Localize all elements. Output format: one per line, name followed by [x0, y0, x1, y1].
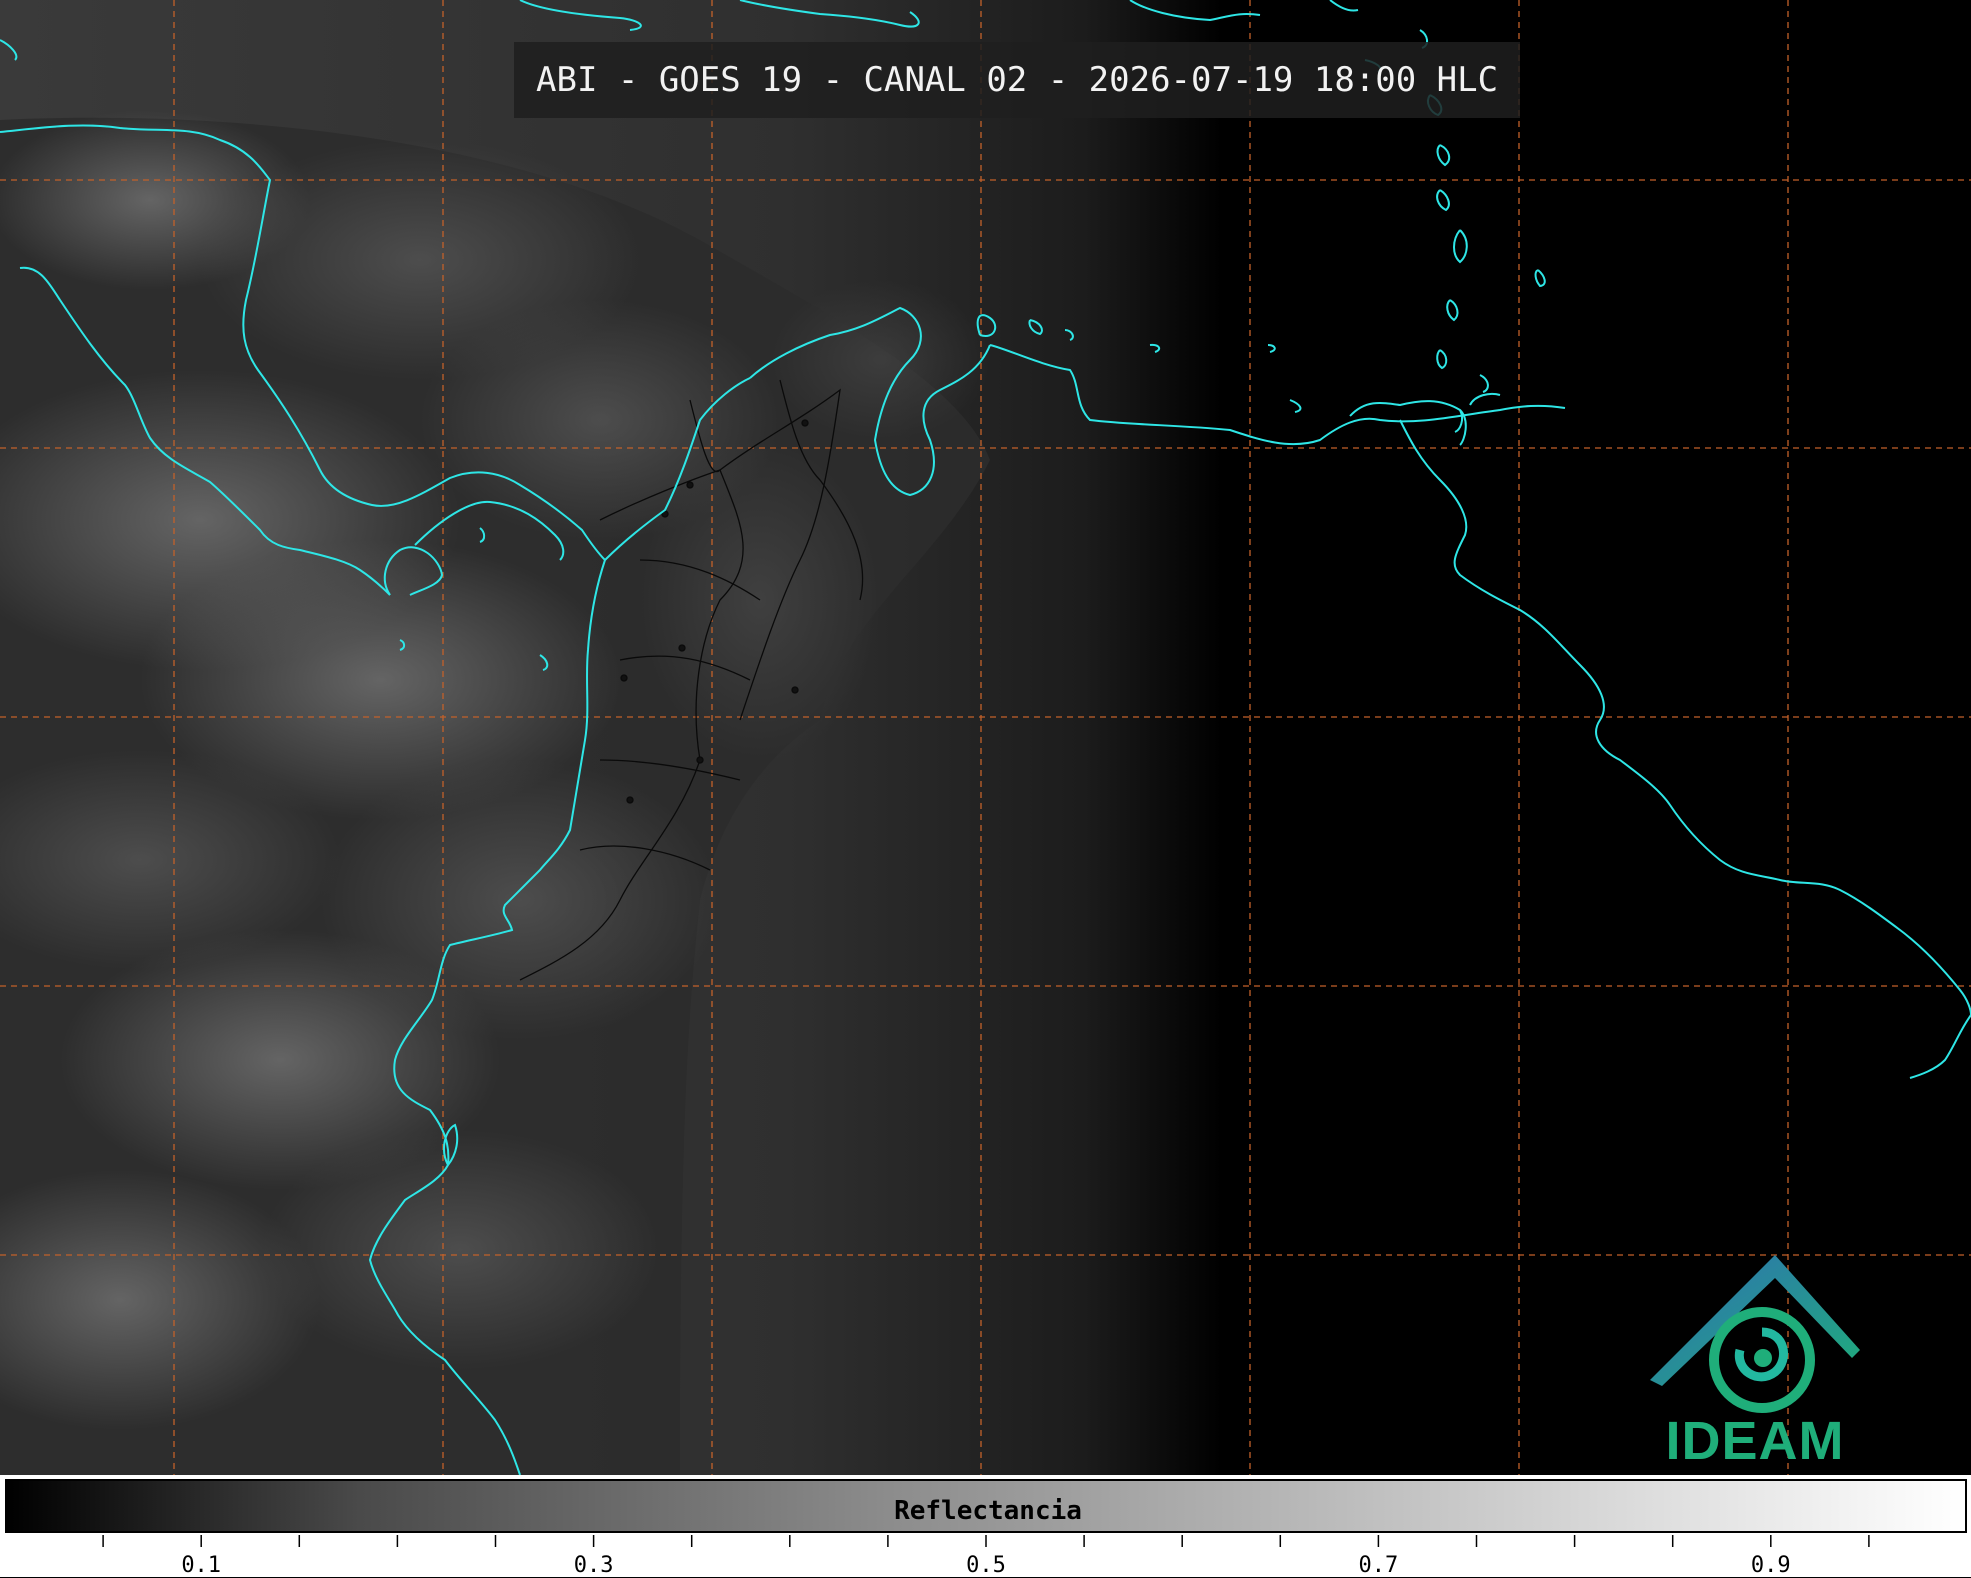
colorbar-panel: Reflectancia 0.1 0.3 0.5 0.7 0.9 — [0, 1475, 1971, 1578]
colorbar-tick-label: 0.7 — [1358, 1553, 1399, 1578]
colorbar-label: Reflectancia — [894, 1496, 1082, 1526]
map-title: ABI - GOES 19 - CANAL 02 - 2026-07-19 18… — [514, 42, 1521, 118]
colorbar-tick-label: 0.9 — [1750, 1553, 1791, 1578]
reflectance-colorbar: Reflectancia — [5, 1479, 1967, 1533]
ideam-emblem-icon — [1650, 1255, 1860, 1413]
colorbar-tick-label: 0.3 — [573, 1553, 614, 1578]
ideam-logo-text: IDEAM — [1665, 1411, 1845, 1471]
colorbar-tick-label: 0.1 — [181, 1553, 222, 1578]
colorbar-tick-label: 0.5 — [966, 1553, 1006, 1578]
satellite-map: ABI - GOES 19 - CANAL 02 - 2026-07-19 18… — [0, 0, 1971, 1475]
ideam-logo: IDEAM — [1640, 1250, 1870, 1471]
colorbar-ticks — [102, 1535, 1870, 1547]
